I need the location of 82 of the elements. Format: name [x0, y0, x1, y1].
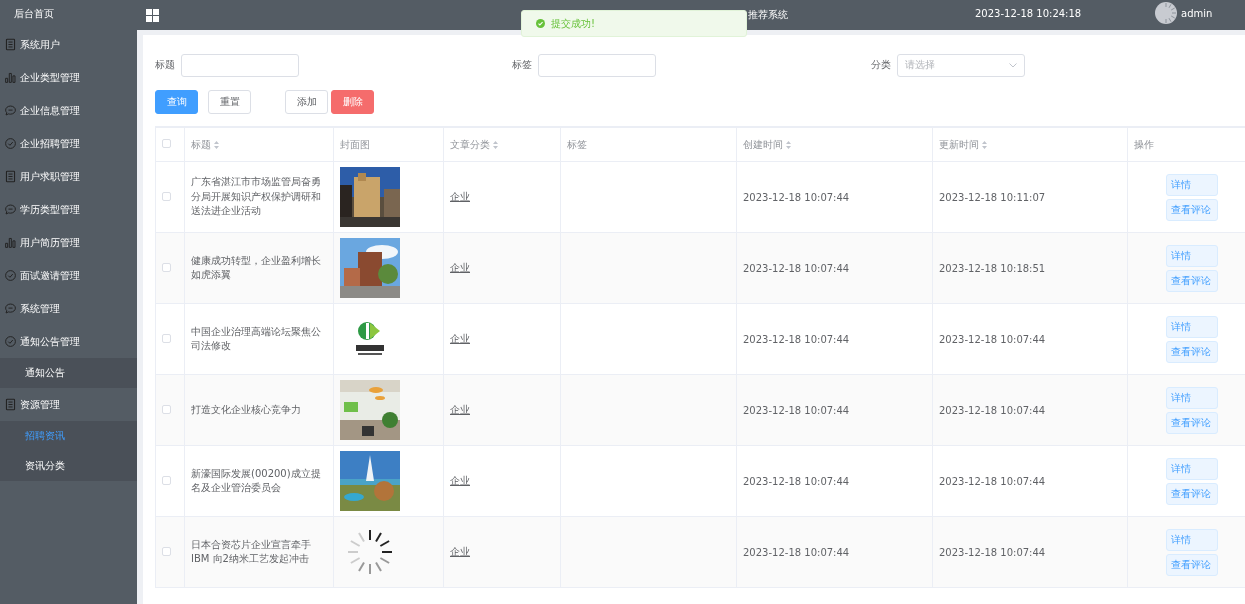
text-input-field[interactable] [538, 53, 656, 77]
updated-time: 2023-12-18 10:18:51 [939, 262, 1046, 274]
select-all-checkbox[interactable] [162, 139, 171, 148]
sort-icon[interactable] [493, 140, 498, 149]
toast-message: 提交成功! [551, 16, 595, 31]
success-icon [536, 19, 545, 28]
filter-label: 标签 [512, 58, 532, 72]
article-title: 中国企业治理高端论坛聚焦公司法修改 [191, 324, 322, 353]
category-link[interactable]: 企业 [450, 475, 470, 486]
grid-menu-icon[interactable] [146, 8, 159, 22]
sidebar-menu-item[interactable]: 通知公告管理 [0, 325, 137, 358]
category-link[interactable]: 企业 [450, 191, 470, 202]
category-link[interactable]: 企业 [450, 262, 470, 273]
loading-avatar-icon [1154, 1, 1178, 25]
article-title: 健康成功转型，企业盈利增长如虎添翼 [191, 253, 322, 282]
created-time: 2023-12-18 10:07:44 [743, 333, 850, 345]
current-datetime: 2023-12-18 10:24:18 [975, 8, 1082, 19]
check-circle-icon [4, 137, 17, 150]
row-checkbox[interactable] [162, 262, 171, 272]
document-icon [4, 38, 17, 51]
sidebar-submenu-item[interactable]: 资讯分类 [0, 451, 137, 481]
column-header: 封面图 [340, 138, 370, 150]
chat-icon [4, 203, 17, 216]
sidebar-menu-item[interactable]: 学历类型管理 [0, 193, 137, 226]
document-icon [4, 398, 17, 411]
row-checkbox[interactable] [162, 475, 171, 485]
created-time: 2023-12-18 10:07:44 [743, 404, 850, 416]
sidebar-menu-item[interactable]: 用户求职管理 [0, 160, 137, 193]
column-header: 标签 [567, 138, 587, 150]
article-title: 日本合资芯片企业宣言牵手IBM 向2纳米工艺发起冲击 [191, 537, 312, 566]
updated-time: 2023-12-18 10:07:44 [939, 475, 1046, 487]
system-title: 推荐系统 [748, 8, 788, 22]
created-time: 2023-12-18 10:07:44 [743, 262, 850, 274]
sidebar-menu-item[interactable]: 系统管理 [0, 292, 137, 325]
filter-label: 分类 [871, 58, 891, 72]
column-header: 文章分类 [450, 138, 490, 150]
document-icon [4, 170, 17, 183]
article-title: 新濠国际发展(00200)成立提名及企业管治委员会 [191, 466, 322, 495]
chevron-down-icon [1009, 62, 1017, 68]
updated-time: 2023-12-18 10:07:44 [939, 546, 1046, 558]
category-link[interactable]: 企业 [450, 333, 470, 344]
chat-icon [4, 302, 17, 315]
sort-icon[interactable] [214, 140, 219, 149]
chat-icon [4, 104, 17, 117]
category-link[interactable]: 企业 [450, 404, 470, 415]
created-time: 2023-12-18 10:07:44 [743, 191, 850, 203]
bar-chart-icon [4, 71, 17, 84]
check-circle-icon [4, 335, 17, 348]
column-header: 更新时间 [939, 138, 979, 150]
action-button[interactable]: 重置 [208, 90, 251, 114]
filter-label: 标题 [155, 58, 175, 72]
sort-icon[interactable] [982, 140, 987, 149]
column-header: 标题 [191, 138, 211, 150]
article-title: 广东省湛江市市场监管局奋勇分局开展知识产权保护调研和送法进企业活动 [191, 175, 322, 219]
check-circle-icon [4, 269, 17, 282]
updated-time: 2023-12-18 10:07:44 [939, 333, 1046, 345]
text-input-field[interactable] [181, 53, 299, 77]
sidebar-menu-item[interactable]: 用户简历管理 [0, 226, 137, 259]
sidebar-menu-item[interactable]: 资源管理 [0, 388, 137, 421]
bar-chart-icon [4, 236, 17, 249]
sidebar-menu-item[interactable]: 面试邀请管理 [0, 259, 137, 292]
sidebar-menu-item[interactable]: 系统用户 [0, 28, 137, 61]
updated-time: 2023-12-18 10:11:07 [939, 191, 1046, 203]
created-time: 2023-12-18 10:07:44 [743, 475, 850, 487]
sidebar-menu-item[interactable]: 企业招聘管理 [0, 127, 137, 160]
column-header: 创建时间 [743, 138, 783, 150]
sidebar-home-link[interactable]: 后台首页 [0, 0, 137, 28]
username[interactable]: admin [1181, 8, 1213, 19]
action-button[interactable]: 添加 [285, 90, 328, 114]
row-checkbox[interactable] [162, 333, 171, 343]
column-header: 操作 [1134, 138, 1154, 150]
sort-icon[interactable] [786, 140, 791, 149]
row-checkbox[interactable] [162, 404, 171, 414]
created-time: 2023-12-18 10:07:44 [743, 546, 850, 558]
row-checkbox[interactable] [162, 191, 171, 201]
updated-time: 2023-12-18 10:07:44 [939, 404, 1046, 416]
sidebar-menu-item[interactable]: 企业类型管理 [0, 61, 137, 94]
sidebar-menu-item[interactable]: 企业信息管理 [0, 94, 137, 127]
article-title: 打造文化企业核心竞争力 [191, 402, 302, 417]
category-link[interactable]: 企业 [450, 546, 470, 557]
sidebar-submenu-item[interactable]: 通知公告 [0, 358, 137, 388]
row-checkbox[interactable] [162, 546, 171, 556]
